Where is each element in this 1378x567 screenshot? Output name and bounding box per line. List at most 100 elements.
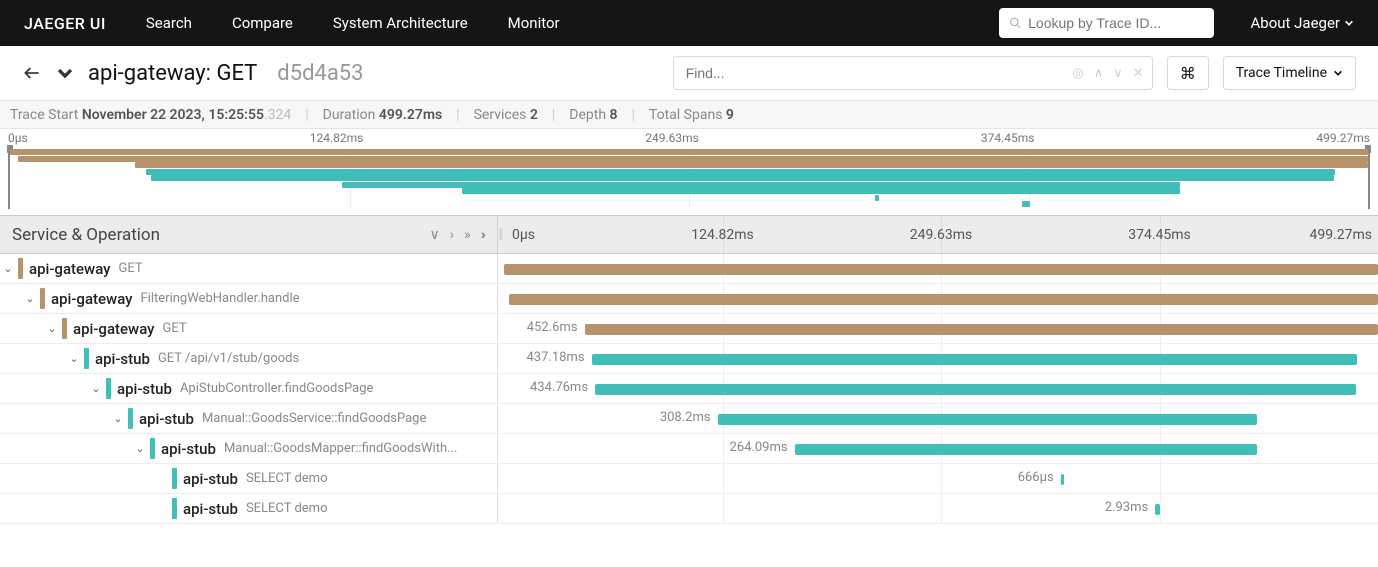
find-clear-icon[interactable]: ✕ <box>1133 66 1144 81</box>
service-color-chip <box>106 378 111 399</box>
trace-stats: Trace Start November 22 2023, 15:25:55.3… <box>0 101 1378 129</box>
span-label[interactable]: api-stubSELECT demo <box>0 464 498 493</box>
chevron-down-icon[interactable]: ⌄ <box>44 322 60 335</box>
chevron-down-icon[interactable]: ⌄ <box>0 262 16 275</box>
span-row[interactable]: ⌄api-gatewayGET452.6ms <box>0 314 1378 344</box>
span-row[interactable]: ⌄api-stubManual::GoodsMapper::findGoodsW… <box>0 434 1378 464</box>
service-op-header: Service & Operation ∨ › » ›› <box>0 216 498 253</box>
minimap-bar <box>151 175 1334 181</box>
span-timeline[interactable]: 437.18ms <box>504 344 1378 373</box>
find-next-icon[interactable]: ∨ <box>1113 66 1123 81</box>
tree-collapse-one-icon[interactable]: ∨ <box>430 227 440 243</box>
nav-compare[interactable]: Compare <box>232 14 293 32</box>
span-label[interactable]: ⌄api-stubManual::GoodsService::findGoods… <box>0 404 498 433</box>
span-bar[interactable] <box>795 444 1257 455</box>
find-controls: ◎ ∧ ∨ ✕ <box>1072 66 1151 81</box>
chevron-down-icon[interactable]: ⌄ <box>22 292 38 305</box>
collapse-toggle[interactable] <box>56 64 74 82</box>
span-label[interactable]: api-stubSELECT demo <box>0 494 498 523</box>
span-timeline[interactable] <box>504 254 1378 283</box>
find-prev-icon[interactable]: ∧ <box>1094 66 1104 81</box>
span-bar[interactable] <box>585 324 1378 335</box>
column-header: Service & Operation ∨ › » ›› ║ 0µs124.82… <box>0 216 1378 254</box>
find-box[interactable]: ◎ ∧ ∨ ✕ <box>673 56 1153 90</box>
timeline-header: 0µs124.82ms249.63ms374.45ms499.27ms <box>504 216 1378 253</box>
service-name: api-gateway <box>29 260 111 278</box>
service-color-chip <box>18 258 23 279</box>
nav-search[interactable]: Search <box>146 14 192 32</box>
find-input[interactable] <box>674 65 1073 81</box>
find-target-icon[interactable]: ◎ <box>1072 66 1083 81</box>
stat-depth-label: Depth <box>569 107 606 123</box>
span-timeline[interactable]: 2.93ms <box>504 494 1378 523</box>
chevron-down-icon <box>1333 68 1343 78</box>
span-label[interactable]: ⌄api-stubApiStubController.findGoodsPage <box>0 374 498 403</box>
back-button[interactable] <box>22 63 42 83</box>
chevron-down-icon[interactable]: ⌄ <box>110 412 126 425</box>
span-bar[interactable] <box>1061 474 1064 485</box>
span-row[interactable]: ⌄api-stubApiStubController.findGoodsPage… <box>0 374 1378 404</box>
tick: 0µs <box>8 131 28 145</box>
lookup-box[interactable] <box>999 8 1214 38</box>
tick: 499.27ms <box>1316 131 1370 145</box>
span-timeline[interactable]: 452.6ms <box>504 314 1378 343</box>
span-timeline[interactable]: 666µs <box>504 464 1378 493</box>
span-duration-label: 666µs <box>1018 470 1054 485</box>
tree-expand-one-icon[interactable]: › <box>450 227 454 243</box>
span-label[interactable]: ⌄ api-stub GET /api/v1/stub/goods <box>0 344 498 373</box>
trace-id: d5d4a53 <box>277 61 363 86</box>
span-timeline[interactable]: 434.76ms <box>504 374 1378 403</box>
span-bar[interactable] <box>504 264 1378 275</box>
operation-name: GET /api/v1/stub/goods <box>158 351 299 366</box>
service-name: api-gateway <box>73 320 155 338</box>
trace-timeline-dropdown[interactable]: Trace Timeline <box>1223 56 1356 90</box>
span-timeline[interactable] <box>504 284 1378 313</box>
span-bar[interactable] <box>1155 504 1160 515</box>
service-color-chip <box>40 288 45 309</box>
span-label[interactable]: ⌄ api-gateway FilteringWebHandler.handle <box>0 284 498 313</box>
operation-name: FilteringWebHandler.handle <box>141 291 300 306</box>
span-timeline[interactable]: 308.2ms <box>504 404 1378 433</box>
shortcuts-button[interactable]: ⌘ <box>1167 56 1209 90</box>
tick: 374.45ms <box>1128 227 1191 243</box>
span-bar[interactable] <box>509 294 1378 305</box>
about-label: About Jaeger <box>1250 14 1340 32</box>
minimap[interactable]: 0µs 124.82ms 249.63ms 374.45ms 499.27ms <box>0 129 1378 216</box>
minimap-body[interactable] <box>8 149 1370 209</box>
span-row[interactable]: api-stubSELECT demo2.93ms <box>0 494 1378 524</box>
span-label[interactable]: ⌄api-gatewayGET <box>0 314 498 343</box>
chevron-down-icon[interactable]: ⌄ <box>88 382 104 395</box>
stat-start-label: Trace Start <box>10 107 78 123</box>
span-row[interactable]: ⌄ api-gateway FilteringWebHandler.handle <box>0 284 1378 314</box>
span-bar[interactable] <box>595 384 1356 395</box>
span-duration-label: 264.09ms <box>730 440 788 455</box>
chevron-down-icon[interactable]: ⌄ <box>132 442 148 455</box>
span-label[interactable]: ⌄api-gatewayGET <box>0 254 498 283</box>
minimap-bar <box>462 188 1180 194</box>
trace-title: api-gateway: GET <box>88 61 257 86</box>
span-bar[interactable] <box>592 354 1357 365</box>
span-row[interactable]: ⌄ api-stub GET /api/v1/stub/goods 437.18ms <box>0 344 1378 374</box>
chevron-down-icon[interactable]: ⌄ <box>66 352 82 365</box>
span-row[interactable]: ⌄api-gatewayGET <box>0 254 1378 284</box>
span-bar[interactable] <box>718 414 1258 425</box>
nav-system-architecture[interactable]: System Architecture <box>333 14 468 32</box>
service-name: api-stub <box>95 350 150 368</box>
span-row[interactable]: api-stubSELECT demo 666µs <box>0 464 1378 494</box>
tree-expand-all-icon[interactable]: ›› <box>481 227 483 243</box>
stat-start-value: November 22 2023, 15:25:55 <box>82 107 264 123</box>
about-menu[interactable]: About Jaeger <box>1250 14 1354 32</box>
service-name: api-gateway <box>51 290 133 308</box>
span-timeline[interactable]: 264.09ms <box>504 434 1378 463</box>
stat-depth-value: 8 <box>610 107 618 123</box>
service-name: api-stub <box>161 440 216 458</box>
service-color-chip <box>150 438 155 459</box>
span-label[interactable]: ⌄api-stubManual::GoodsMapper::findGoodsW… <box>0 434 498 463</box>
nav-monitor[interactable]: Monitor <box>508 14 560 32</box>
service-name: api-stub <box>117 380 172 398</box>
lookup-input[interactable] <box>1028 15 1204 31</box>
span-row[interactable]: ⌄api-stubManual::GoodsService::findGoods… <box>0 404 1378 434</box>
operation-name: SELECT demo <box>246 501 328 516</box>
span-duration-label: 434.76ms <box>530 380 588 395</box>
tree-collapse-all-icon[interactable]: » <box>464 227 471 243</box>
